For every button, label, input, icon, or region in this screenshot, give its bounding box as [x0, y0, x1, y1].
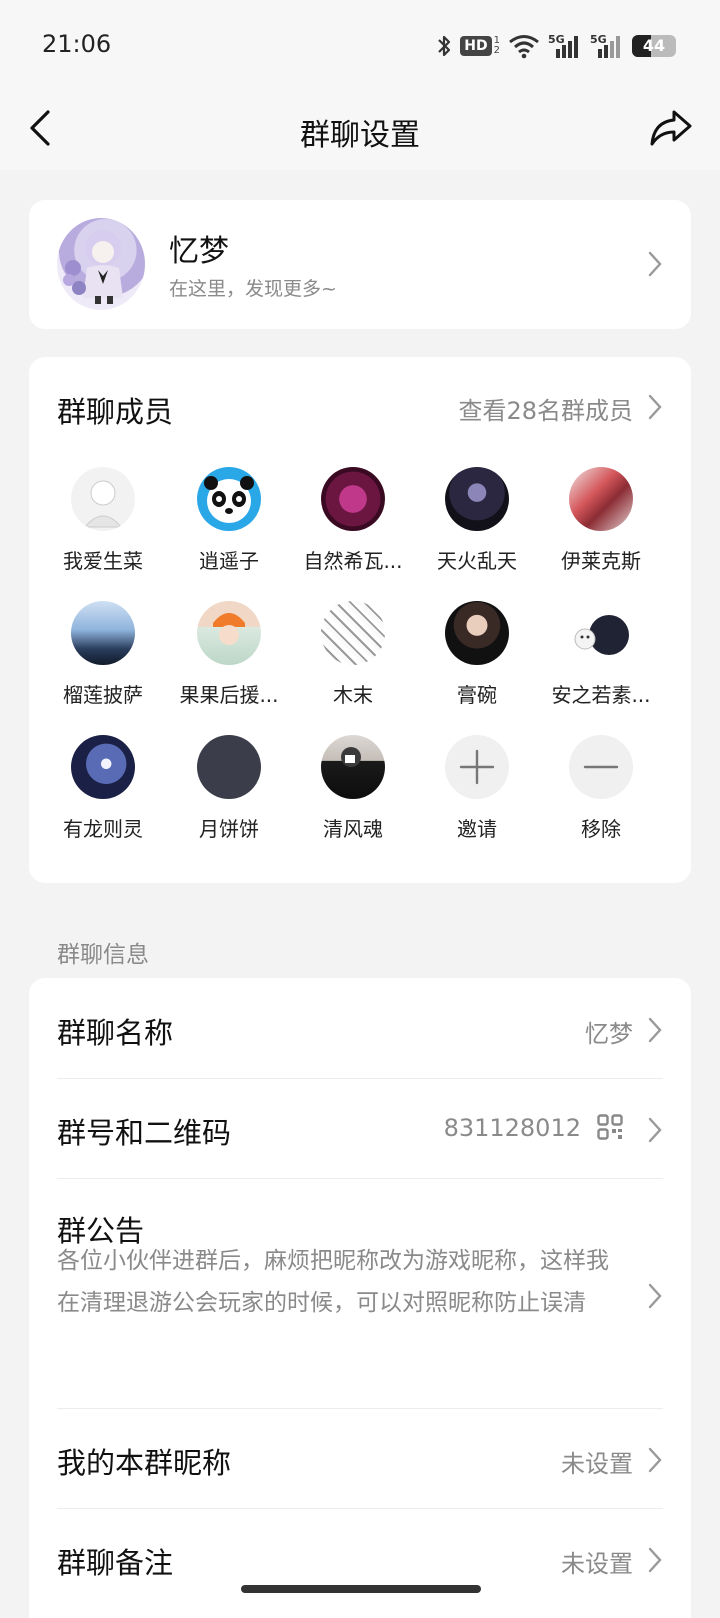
member-avatar	[321, 601, 385, 665]
member-name: 安之若素...	[551, 683, 651, 707]
wifi-icon	[509, 35, 539, 59]
member-name: 膏碗	[457, 683, 497, 707]
my-nickname-label: 我的本群昵称	[57, 1446, 232, 1480]
hd-label: HD	[460, 36, 492, 56]
member-name: 榴莲披萨	[63, 683, 143, 707]
member-item[interactable]: 月饼饼	[167, 735, 291, 842]
group-remark-value: 未设置	[561, 1550, 633, 1578]
hd-voice-icon: HD 12	[460, 36, 500, 56]
group-profile-card[interactable]: 忆梦 在这里，发现更多~	[29, 200, 691, 329]
member-avatar	[569, 467, 633, 531]
member-item[interactable]: 安之若素...	[539, 601, 663, 708]
member-avatar	[321, 467, 385, 531]
nav-bar: 群聊设置	[0, 94, 720, 170]
group-name-value: 忆梦	[585, 1020, 633, 1048]
group-remark-row[interactable]: 群聊备注 未设置	[57, 1508, 663, 1608]
members-card: 群聊成员 查看28名群成员 我爱生菜 逍遥子 自然希瓦... 天火乱天 伊莱克斯…	[29, 357, 691, 883]
member-item[interactable]: 伊莱克斯	[539, 467, 663, 574]
chevron-right-icon	[648, 1547, 662, 1573]
group-notice-text: 各位小伙伴进群后，麻烦把昵称改为游戏昵称，这样我在清理退游公会玩家的时候，可以对…	[57, 1248, 609, 1316]
member-avatar	[569, 601, 633, 665]
qr-code-icon	[597, 1114, 623, 1140]
plus-icon	[445, 735, 509, 799]
group-id-value: 831128012	[443, 1114, 581, 1142]
group-subtitle: 在这里，发现更多~	[169, 278, 337, 300]
bluetooth-icon	[438, 35, 451, 57]
chevron-right-icon	[648, 1017, 662, 1043]
signal-5g-icon: 5G	[548, 33, 582, 59]
invite-member-button[interactable]: 邀请	[415, 735, 539, 842]
battery-icon: 44	[632, 35, 676, 57]
member-item[interactable]: 自然希瓦...	[291, 467, 415, 574]
member-avatar	[71, 601, 135, 665]
group-avatar	[57, 218, 145, 310]
remove-label: 移除	[581, 817, 621, 841]
group-info-section-label: 群聊信息	[57, 942, 149, 968]
member-name: 我爱生菜	[63, 549, 143, 573]
member-name: 有龙则灵	[63, 817, 143, 841]
members-title: 群聊成员	[57, 395, 174, 429]
member-avatar	[445, 601, 509, 665]
chevron-right-icon	[648, 1447, 662, 1473]
member-name: 月饼饼	[199, 817, 259, 841]
my-nickname-value: 未设置	[561, 1450, 633, 1478]
battery-level: 44	[642, 36, 666, 55]
page-title: 群聊设置	[300, 118, 420, 153]
member-avatar	[321, 735, 385, 799]
member-item[interactable]: 木末	[291, 601, 415, 708]
member-name: 木末	[333, 683, 373, 707]
group-id-label: 群号和二维码	[57, 1116, 232, 1150]
chevron-right-icon[interactable]	[647, 393, 663, 421]
group-info-card: 群聊名称 忆梦 群号和二维码 831128012 群公告 各位小伙伴进群后，麻烦…	[29, 978, 691, 1618]
minus-icon	[569, 735, 633, 799]
member-item[interactable]: 清风魂	[291, 735, 415, 842]
group-name-row[interactable]: 群聊名称 忆梦	[57, 978, 663, 1078]
group-id-row[interactable]: 群号和二维码 831128012	[57, 1078, 663, 1178]
member-item[interactable]: 我爱生菜	[41, 467, 165, 574]
remove-member-button[interactable]: 移除	[539, 735, 663, 842]
group-remark-label: 群聊备注	[57, 1546, 174, 1580]
member-avatar	[445, 467, 509, 531]
status-bar: 21:06 HD 12 5G 5G 44	[0, 0, 720, 94]
home-indicator[interactable]	[241, 1585, 481, 1593]
status-time: 21:06	[42, 30, 112, 58]
my-nickname-row[interactable]: 我的本群昵称 未设置	[57, 1408, 663, 1508]
member-name: 逍遥子	[199, 549, 259, 573]
member-avatar	[197, 467, 261, 531]
signal-5g-icon-2: 5G	[590, 33, 624, 59]
group-name-label: 群聊名称	[57, 1016, 174, 1050]
member-avatar	[197, 601, 261, 665]
member-item[interactable]: 逍遥子	[167, 467, 291, 574]
member-item[interactable]: 榴莲披萨	[41, 601, 165, 708]
member-item[interactable]: 膏碗	[415, 601, 539, 708]
member-avatar	[71, 735, 135, 799]
member-name: 天火乱天	[437, 549, 517, 573]
invite-label: 邀请	[457, 817, 497, 841]
group-name: 忆梦	[169, 234, 229, 269]
share-button[interactable]	[648, 106, 694, 150]
chevron-right-icon	[648, 251, 662, 277]
chevron-right-icon	[648, 1117, 662, 1143]
member-item[interactable]: 果果后援...	[167, 601, 291, 708]
member-avatar	[71, 467, 135, 531]
view-all-members-link[interactable]: 查看28名群成员	[458, 391, 633, 426]
member-avatar	[197, 735, 261, 799]
member-item[interactable]: 有龙则灵	[41, 735, 165, 842]
member-name: 清风魂	[323, 817, 383, 841]
status-icons: HD 12 5G 5G 44	[436, 28, 676, 64]
chevron-right-icon	[648, 1283, 662, 1309]
member-name: 自然希瓦...	[303, 549, 403, 573]
member-item[interactable]: 天火乱天	[415, 467, 539, 574]
member-name: 果果后援...	[179, 683, 279, 707]
member-name: 伊莱克斯	[561, 549, 641, 573]
